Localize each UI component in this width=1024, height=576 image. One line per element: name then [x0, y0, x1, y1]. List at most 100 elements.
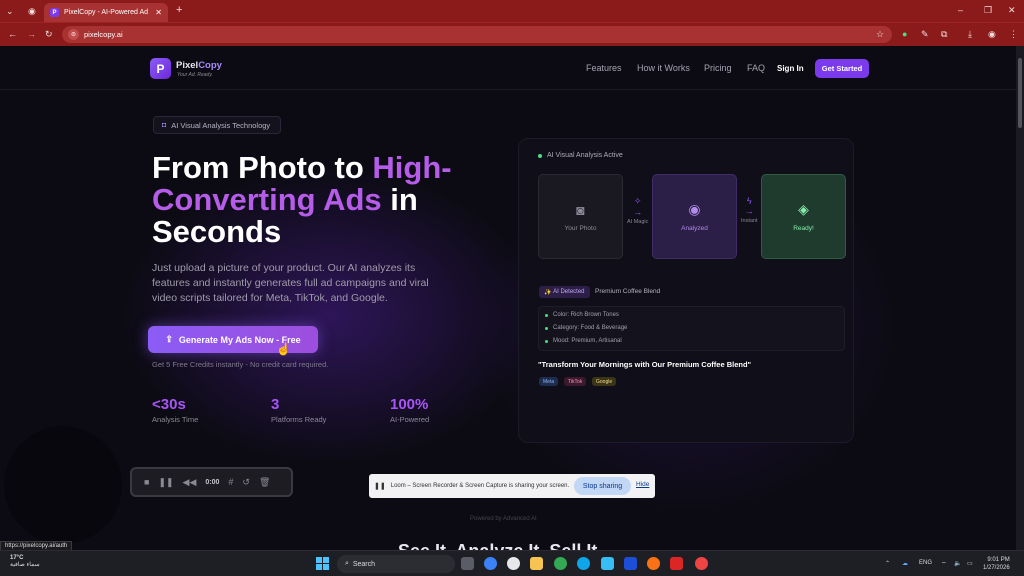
menu-kebab-icon[interactable]: ⋮: [1009, 28, 1018, 40]
analysis-status-label: AI Visual Analysis Active: [547, 152, 623, 159]
windows-start-icon[interactable]: [316, 557, 329, 570]
attribute-category: Category: Food & Beverage: [545, 325, 627, 331]
bookmark-star-icon[interactable]: ☆: [876, 28, 884, 40]
draw-icon[interactable]: #: [228, 477, 233, 487]
platform-pill-tiktok: TikTok: [564, 377, 587, 386]
loom-camera-bubble[interactable]: [4, 426, 122, 544]
get-started-button[interactable]: Get Started: [815, 59, 869, 78]
page-scrollbar[interactable]: [1016, 46, 1024, 550]
screen-share-notice: ❚❚ Loom – Screen Recorder & Screen Captu…: [369, 474, 655, 498]
chrome-app-icon[interactable]: [507, 557, 520, 570]
analysis-status: AI Visual Analysis Active: [538, 152, 623, 159]
nav-link-pricing[interactable]: Pricing: [704, 63, 732, 73]
nav-link-features[interactable]: Features: [586, 63, 622, 73]
weather-widget[interactable]: 17°C سماء صافية: [10, 555, 40, 568]
section-heading: See It. Analyze It. Sell It.: [398, 540, 602, 550]
close-window-icon[interactable]: ✕: [1008, 4, 1016, 16]
step-label-ready: Ready!: [793, 225, 814, 232]
tray-chevron-icon[interactable]: ⌃: [885, 560, 890, 567]
sign-in-link[interactable]: Sign In: [777, 64, 804, 73]
file-explorer-icon[interactable]: [530, 557, 543, 570]
volume-icon[interactable]: 🔈: [954, 560, 961, 567]
back-icon[interactable]: ←: [8, 28, 17, 40]
chrome-profile-icon[interactable]: [554, 557, 567, 570]
arrow-label-ai-magic: AI Magic: [627, 219, 649, 225]
pen-icon[interactable]: ✎: [921, 28, 929, 40]
step-analyzed: ◉ Analyzed: [652, 174, 737, 259]
generate-ads-button[interactable]: ⇪ Generate My Ads Now - Free: [148, 326, 318, 353]
logo-icon[interactable]: P: [150, 58, 171, 79]
hero-badge-label: AI Visual Analysis Technology: [171, 120, 271, 130]
platform-pill-google: Google: [592, 377, 617, 386]
extension-icon[interactable]: ●: [902, 28, 907, 40]
maximize-icon[interactable]: ❐: [984, 4, 992, 16]
status-dot: [538, 153, 542, 158]
step-your-photo: ◙ Your Photo: [538, 174, 623, 259]
stat-value-ai: 100%: [390, 396, 429, 413]
ai-detected-label: AI Detected: [553, 289, 585, 295]
site-info-icon[interactable]: ⊜: [68, 29, 79, 40]
platform-pill-meta: Meta: [539, 377, 559, 386]
firefox-icon[interactable]: [647, 557, 660, 570]
url-input[interactable]: ⊜ pixelcopy.ai: [62, 26, 892, 43]
attribute-category-text: Category: Food & Beverage: [553, 325, 628, 331]
pause-share-icon: ❚❚: [374, 483, 386, 490]
nav-link-how-it-works[interactable]: How it Works: [637, 63, 690, 73]
system-clock[interactable]: 9:01 PM 1/27/2026: [983, 556, 1010, 572]
clock-time: 9:01 PM: [987, 557, 1010, 563]
arrow-ai-magic: ✧ → AI Magic: [627, 196, 649, 225]
copilot-icon[interactable]: [484, 557, 497, 570]
windows-taskbar: 17°C سماء صافية ⌕ Search ⌃ ☁ ENG ⌔ 🔈 ▭ 9…: [0, 550, 1024, 576]
chrome-active-icon[interactable]: [695, 557, 708, 570]
nav-link-faq[interactable]: FAQ: [747, 63, 765, 73]
arrow-instant: ϟ → Instant: [741, 196, 758, 224]
pause-icon[interactable]: ❚❚: [158, 477, 173, 488]
minimize-icon[interactable]: –: [958, 4, 963, 16]
store-icon[interactable]: [601, 557, 614, 570]
outlook-icon[interactable]: [624, 557, 637, 570]
reload-icon[interactable]: ↻: [45, 28, 53, 40]
restart-icon[interactable]: ↺: [242, 477, 250, 488]
stop-sharing-button[interactable]: Stop sharing: [574, 477, 631, 495]
app-icon[interactable]: [670, 557, 683, 570]
rewind-icon[interactable]: ◀◀: [183, 477, 197, 488]
trash-icon[interactable]: 🗑: [259, 477, 270, 488]
hide-notice-link[interactable]: Hide: [636, 481, 649, 488]
stop-record-icon[interactable]: ■: [144, 477, 149, 487]
step-label-analyzed: Analyzed: [681, 225, 708, 232]
wifi-icon[interactable]: ⌔: [941, 560, 947, 568]
tray-cloud-icon[interactable]: ☁: [902, 560, 908, 567]
taskbar-search[interactable]: ⌕ Search: [337, 555, 455, 573]
logo-name[interactable]: PixelCopy: [176, 60, 222, 71]
stat-label-platforms: Platforms Ready: [271, 415, 327, 424]
logo-name-b: Copy: [198, 60, 222, 71]
bullet-dot: [545, 339, 548, 343]
ai-detected-tag: ✨ AI Detected: [539, 286, 590, 298]
language-indicator[interactable]: ENG: [919, 560, 932, 566]
scrollbar-thumb[interactable]: [1018, 58, 1022, 128]
new-tab-icon[interactable]: +: [176, 4, 182, 16]
taskbar-search-label: Search: [352, 560, 375, 568]
hand-cursor-icon: ☝: [276, 342, 291, 356]
task-view-icon[interactable]: [461, 557, 474, 570]
stat-label-analysis: Analysis Time: [152, 415, 199, 424]
logo-tagline: Your Ad. Ready.: [177, 72, 213, 78]
edge-icon[interactable]: [577, 557, 590, 570]
download-icon[interactable]: ⤓: [968, 28, 972, 40]
profile-icon[interactable]: ◉: [988, 28, 996, 40]
weather-desc: سماء صافية: [10, 562, 40, 568]
browser-tab-bar: ⌄ ◉ P PixelCopy - AI-Powered Ad ✕ + – ❐ …: [0, 0, 1024, 22]
puzzle-icon[interactable]: ⧉: [941, 28, 947, 40]
address-bar-row: ← → ↻ ⊜ pixelcopy.ai ☆ ● ✎ ⧉ ⤓ ◉ ⋮: [0, 22, 1024, 46]
hero-title-part-1: From Photo to: [152, 150, 373, 185]
recording-icon[interactable]: ◉: [28, 5, 36, 17]
stat-value-analysis: <30s: [152, 396, 186, 413]
tab-favicon-icon: P: [50, 8, 59, 17]
close-tab-icon[interactable]: ✕: [155, 8, 162, 17]
forward-icon[interactable]: →: [27, 28, 36, 40]
tab-list-icon[interactable]: ⌄: [6, 5, 14, 17]
browser-tab[interactable]: P PixelCopy - AI-Powered Ad ✕: [44, 3, 168, 22]
battery-icon[interactable]: ▭: [967, 560, 973, 567]
step-label-photo: Your Photo: [564, 224, 597, 232]
share-message: Loom – Screen Recorder & Screen Capture …: [390, 483, 570, 489]
